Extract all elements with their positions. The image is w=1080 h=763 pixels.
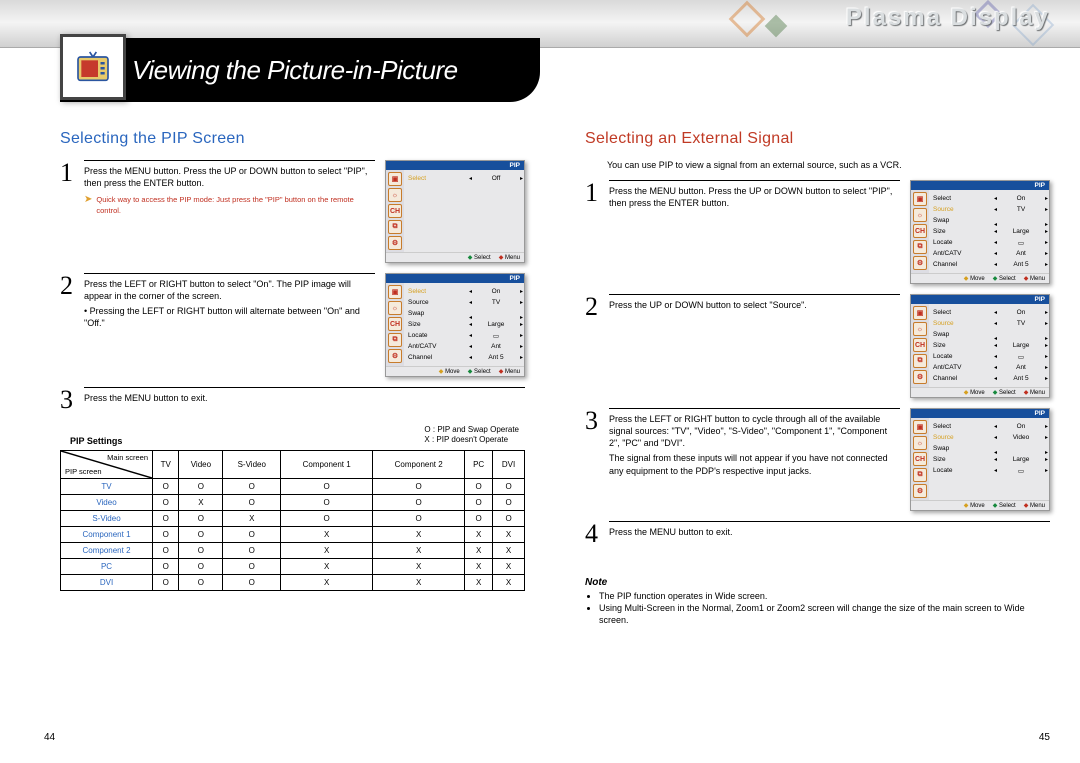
step-subtext: • Pressing the LEFT or RIGHT button will…: [84, 305, 369, 329]
osd-screenshot-on: PIP▣☼CH⧉⚙Select◂On▸Source◂TV▸Swap◂▸Size◂…: [385, 273, 525, 377]
step-text: Press the LEFT or RIGHT button to select…: [84, 279, 351, 301]
left-step-3: 3 Press the MENU button to exit.: [60, 387, 525, 413]
right-step-2: 2 Press the UP or DOWN button to select …: [585, 294, 900, 320]
page-number-right: 45: [1039, 732, 1050, 743]
left-column: Selecting the PIP Screen 1 Press the MEN…: [60, 130, 525, 723]
osd-screenshot-r2: PIP▣☼CH⧉⚙Select◂On▸Source◂TV▸Swap◂▸Size◂…: [910, 294, 1050, 398]
step-text: Press the MENU button to exit.: [84, 393, 208, 403]
section-heading-pip-screen: Selecting the PIP Screen: [60, 130, 525, 148]
step-subtext: The signal from these inputs will not ap…: [609, 452, 894, 476]
left-step-2: 2 Press the LEFT or RIGHT button to sele…: [60, 273, 375, 330]
right-step-1: 1 Press the MENU button. Press the UP or…: [585, 180, 900, 209]
pip-settings-legend: O : PIP and Swap Operate X : PIP doesn't…: [424, 425, 519, 446]
step-text: Press the UP or DOWN button to select "S…: [609, 300, 807, 310]
step-text: Press the MENU button. Press the UP or D…: [84, 166, 367, 188]
right-step-3: 3 Press the LEFT or RIGHT button to cycl…: [585, 408, 900, 477]
osd-screenshot-off: PIP▣☼CH⧉⚙Select◂Off▸SelectMenu: [385, 160, 525, 263]
right-step-4: 4 Press the MENU button to exit.: [585, 521, 1050, 547]
hint-arrow-icon: ➤: [84, 195, 92, 205]
intro-text: You can use PIP to view a signal from an…: [607, 160, 1050, 170]
page-number-left: 44: [44, 732, 55, 743]
section-heading-external-signal: Selecting an External Signal: [585, 130, 1050, 148]
left-step-1: 1 Press the MENU button. Press the UP or…: [60, 160, 375, 216]
note-heading: Note: [585, 577, 1050, 588]
step-text: Press the MENU button to exit.: [609, 527, 733, 537]
note-block: Note The PIP function operates in Wide s…: [585, 577, 1050, 626]
right-column: Selecting an External Signal You can use…: [585, 130, 1050, 723]
osd-screenshot-r1: PIP▣☼CH⧉⚙Select◂On▸Source◂TV▸Swap◂▸Size◂…: [910, 180, 1050, 284]
note-item: The PIP function operates in Wide screen…: [599, 590, 1050, 602]
pip-settings-table: Main screenPIP screenTVVideoS-VideoCompo…: [60, 450, 525, 591]
pip-settings-title: PIP Settings: [70, 436, 122, 446]
hint-text: Quick way to access the PIP mode: Just p…: [96, 195, 369, 216]
note-item: Using Multi-Screen in the Normal, Zoom1 …: [599, 602, 1050, 626]
osd-screenshot-r3: PIP▣☼CH⧉⚙Select◂On▸Source◂Video▸Swap◂▸Si…: [910, 408, 1050, 511]
step-text: Press the LEFT or RIGHT button to cycle …: [609, 414, 887, 448]
tv-icon: [60, 34, 126, 100]
page-title: Viewing the Picture-in-Picture: [132, 55, 458, 86]
page-title-band: Viewing the Picture-in-Picture: [60, 38, 540, 102]
brand-label: Plasma Display: [846, 4, 1050, 32]
step-text: Press the MENU button. Press the UP or D…: [609, 186, 892, 208]
